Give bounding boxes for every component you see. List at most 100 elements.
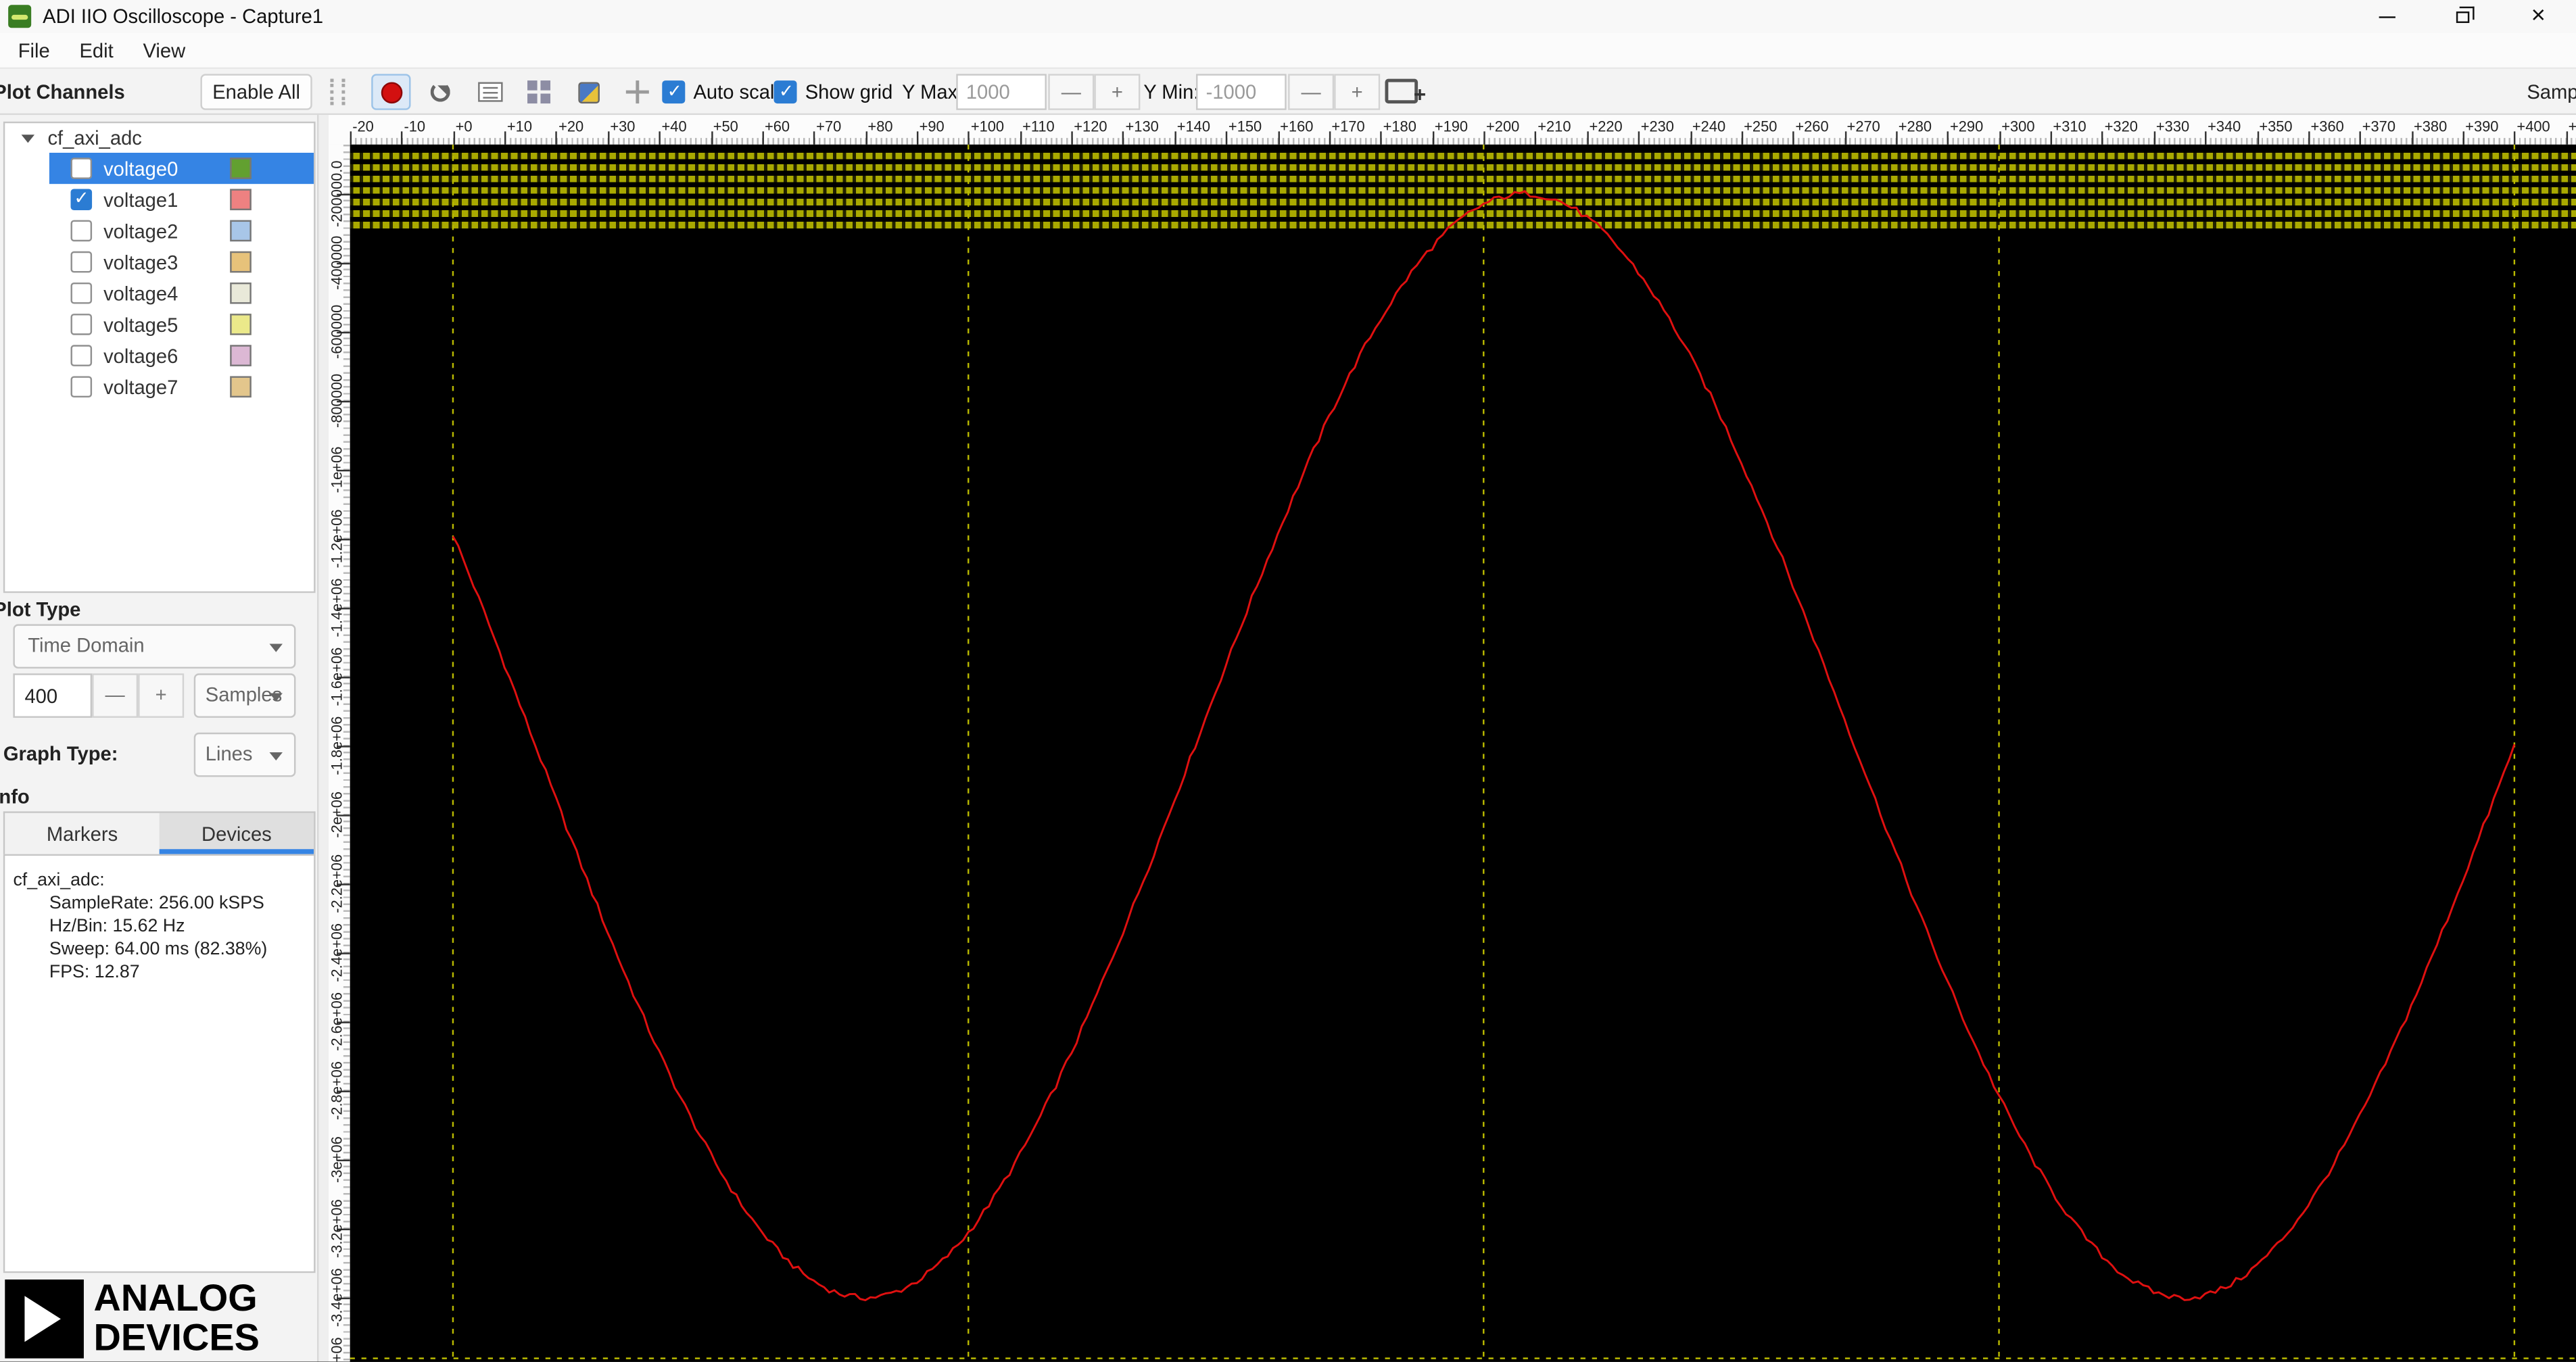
x-tick-mark <box>1432 131 1434 145</box>
grid-view-button[interactable] <box>519 74 558 110</box>
channel-color-swatch[interactable] <box>230 157 252 179</box>
sample-count-decrement-button[interactable]: — <box>92 673 139 718</box>
channel-row-voltage5[interactable]: voltage5 <box>49 309 314 340</box>
plot-svg <box>350 144 2576 1362</box>
x-tick-mark <box>865 131 867 145</box>
pane-splitter[interactable] <box>316 115 329 1362</box>
menu-edit[interactable]: Edit <box>65 32 128 68</box>
channel-checkbox[interactable] <box>70 220 93 242</box>
channel-color-swatch[interactable] <box>230 189 252 211</box>
x-tick-mark <box>2256 131 2259 145</box>
graph-type-value: Lines <box>205 742 253 766</box>
plot-type-dropdown[interactable]: Time Domain <box>13 624 296 669</box>
x-tick-mark <box>916 131 919 145</box>
sample-count-increment-button[interactable]: + <box>138 673 185 718</box>
analog-devices-logo-text: ANALOG DEVICES <box>94 1278 260 1357</box>
x-tick-label: +140 <box>1176 118 1210 135</box>
show-grid-checkbox[interactable] <box>773 80 797 104</box>
channel-checkbox[interactable] <box>70 157 93 179</box>
auto-scale-toggle[interactable]: Auto scale <box>662 69 786 115</box>
sample-count-input[interactable] <box>13 673 93 718</box>
info-line: FPS: 12.87 <box>49 962 140 983</box>
x-tick-mark <box>504 131 506 145</box>
channel-checkbox[interactable] <box>70 282 93 304</box>
samples-header-label: Samples <box>2527 80 2576 104</box>
channel-checkbox[interactable] <box>70 376 93 398</box>
channel-row-voltage4[interactable]: voltage4 <box>49 278 314 309</box>
x-tick-mark <box>1020 131 1022 145</box>
notes-button[interactable] <box>470 74 509 110</box>
x-tick-mark <box>2360 131 2362 145</box>
x-tick-label: +230 <box>1640 118 1674 135</box>
channel-checkbox[interactable] <box>70 187 93 211</box>
plot-canvas[interactable] <box>350 144 2576 1362</box>
x-tick-label: +360 <box>2310 118 2344 135</box>
channel-checkbox[interactable] <box>70 251 93 273</box>
x-tick-mark <box>1071 131 1074 145</box>
y-min-decrement-button[interactable]: — <box>1288 74 1335 110</box>
x-tick-mark <box>711 131 713 145</box>
graph-type-dropdown[interactable]: Lines <box>193 732 296 777</box>
show-grid-toggle[interactable]: Show grid <box>773 69 893 115</box>
menu-file[interactable]: File <box>3 32 65 68</box>
channel-row-voltage7[interactable]: voltage7 <box>49 371 314 402</box>
device-tree-row[interactable]: cf_axi_adc <box>5 123 314 153</box>
x-tick-label: +340 <box>2208 118 2241 135</box>
close-button[interactable] <box>2500 0 2576 33</box>
record-button[interactable] <box>371 74 411 110</box>
maximize-button[interactable] <box>2425 0 2501 33</box>
y-max-increment-button[interactable]: + <box>1094 74 1141 110</box>
minimize-button[interactable] <box>2350 0 2425 33</box>
channel-checkbox[interactable] <box>70 345 93 366</box>
channel-row-voltage2[interactable]: voltage2 <box>49 215 314 246</box>
x-tick-mark <box>1586 131 1589 145</box>
channel-color-swatch[interactable] <box>230 251 252 273</box>
y-min-increment-button[interactable]: + <box>1334 74 1381 110</box>
info-panel: cf_axi_adc: SampleRate: 256.00 kSPS Hz/Bin… <box>3 854 316 1273</box>
enable-all-button[interactable]: Enable All <box>200 74 312 110</box>
x-tick-label: +240 <box>1692 118 1726 135</box>
menu-bar: File Edit View <box>0 32 2576 70</box>
pan-button[interactable] <box>618 74 657 110</box>
channel-color-swatch[interactable] <box>230 220 252 242</box>
refresh-icon <box>430 82 450 102</box>
x-tick-label: +260 <box>1795 118 1829 135</box>
sample-unit-dropdown[interactable]: Samples <box>193 673 296 718</box>
x-tick-label: +370 <box>2362 118 2396 135</box>
y-max-input[interactable] <box>956 74 1047 110</box>
channel-row-voltage0[interactable]: voltage0 <box>49 152 314 185</box>
x-tick-label: -20 <box>352 118 374 135</box>
channel-color-swatch[interactable] <box>230 282 252 304</box>
menu-view[interactable]: View <box>128 32 200 68</box>
analog-devices-logo-icon <box>5 1279 84 1359</box>
x-tick-label: +310 <box>2053 118 2086 135</box>
x-tick-label: +160 <box>1280 118 1314 135</box>
x-tick-label: +190 <box>1434 118 1469 135</box>
channel-checkbox[interactable] <box>70 314 93 335</box>
new-plot-button[interactable] <box>1385 78 1426 105</box>
channel-color-swatch[interactable] <box>230 314 252 335</box>
channel-color-swatch[interactable] <box>230 376 252 398</box>
tab-devices[interactable]: Devices <box>159 812 314 854</box>
channel-row-voltage1[interactable]: voltage1 <box>49 184 314 215</box>
x-tick-label: +80 <box>867 118 893 135</box>
refresh-button[interactable] <box>421 74 460 110</box>
devices-button[interactable] <box>569 74 608 110</box>
channel-row-voltage3[interactable]: voltage3 <box>49 247 314 278</box>
y-min-input[interactable] <box>1196 74 1287 110</box>
x-tick-label: +20 <box>558 118 584 135</box>
auto-scale-checkbox[interactable] <box>662 80 686 104</box>
y-max-decrement-button[interactable]: — <box>1048 74 1095 110</box>
tab-markers[interactable]: Markers <box>5 812 160 854</box>
logo-line1: ANALOG <box>93 1276 258 1319</box>
x-tick-mark <box>1483 131 1485 145</box>
y-max-label: Y Max: <box>902 80 963 104</box>
x-tick-mark <box>813 131 815 145</box>
x-tick-label: +200 <box>1486 118 1520 135</box>
show-grid-label: Show grid <box>805 80 893 104</box>
channel-row-voltage6[interactable]: voltage6 <box>49 340 314 371</box>
toolbar-grip[interactable] <box>330 78 345 105</box>
channel-color-swatch[interactable] <box>230 345 252 366</box>
x-tick-label: +400 <box>2517 118 2550 135</box>
x-tick-label: +70 <box>816 118 842 135</box>
